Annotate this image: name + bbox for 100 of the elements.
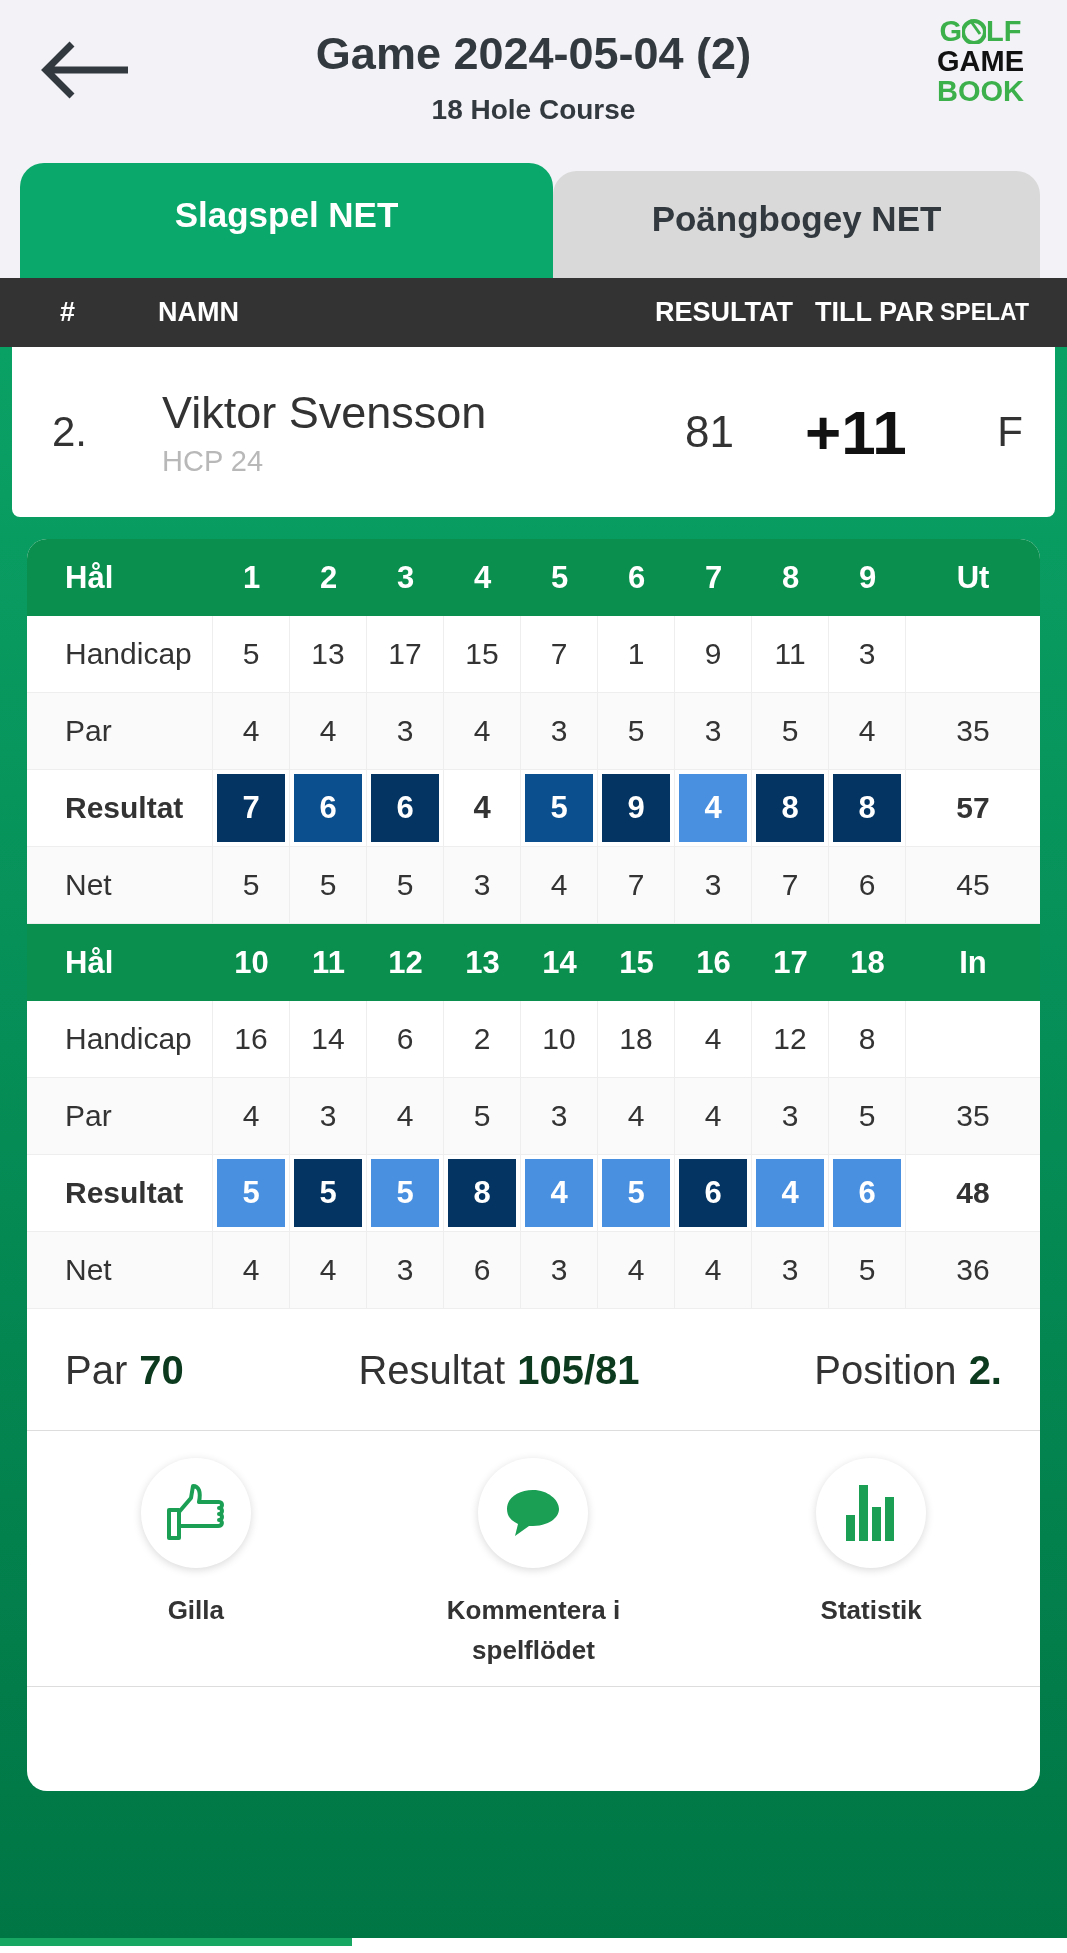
hole-number: 17 — [772, 943, 809, 982]
bar-chart-icon — [846, 1485, 897, 1541]
action-button[interactable]: Kommentera i spelflödet — [427, 1457, 640, 1671]
score-box: 4 — [679, 774, 747, 842]
row-label: Net — [27, 1232, 213, 1308]
table-cell: 3 — [367, 693, 444, 769]
player-card[interactable]: 2. Viktor Svensson HCP 24 81 +11 F — [12, 347, 1055, 517]
score-box: 8 — [448, 1159, 516, 1227]
row-label: Net — [27, 847, 213, 923]
table-cell: 7 — [598, 847, 675, 923]
row-label: Resultat — [27, 770, 213, 846]
table-cell: 13 — [290, 616, 367, 692]
score-box: 6 — [833, 1159, 901, 1227]
player-position: 2. — [51, 408, 89, 456]
hole-number: 4 — [472, 558, 493, 597]
score-box: 6 — [371, 774, 439, 842]
hole-number: 13 — [464, 943, 501, 982]
table-cell: 5 — [213, 847, 290, 923]
table-cell: 3 — [444, 847, 521, 923]
total-cell-text: 57 — [955, 790, 991, 826]
score-box: 5 — [371, 1159, 439, 1227]
summary-stat: Resultat 105/81 — [358, 1347, 640, 1393]
table-cell: 5 — [829, 1078, 906, 1154]
player-to-par: +11 — [805, 396, 908, 468]
app-logo: G LF GAME BOOK — [937, 16, 1024, 106]
player-name: Viktor Svensson — [162, 386, 488, 439]
hole-number: 3 — [395, 558, 416, 597]
table-cell: 1 — [598, 616, 675, 692]
table-cell: 5 — [290, 847, 367, 923]
column-header: NAMN — [158, 297, 240, 328]
hole-number: 9 — [857, 558, 878, 597]
table-cell: 7 — [521, 616, 598, 692]
table-cell: 7 — [752, 847, 829, 923]
score-box: 4 — [756, 1159, 824, 1227]
table-cell: 6 — [367, 1001, 444, 1077]
table-cell: 4 — [213, 1232, 290, 1308]
table-cell: 3 — [290, 1078, 367, 1154]
hole-number: 8 — [780, 558, 801, 597]
hole-number: 7 — [703, 558, 724, 597]
thumbs-up-icon — [165, 1484, 226, 1542]
score-box: 9 — [602, 774, 670, 842]
hole-number: 16 — [695, 943, 732, 982]
table-cell: 17 — [367, 616, 444, 692]
table-cell: 5 — [367, 847, 444, 923]
table-cell: 4 — [598, 1078, 675, 1154]
table-cell: 4 — [290, 1232, 367, 1308]
table-cell: 4 — [213, 1078, 290, 1154]
speech-bubble-icon — [505, 1488, 562, 1538]
score-box: 8 — [756, 774, 824, 842]
table-cell: 6 — [829, 847, 906, 923]
table-cell: 3 — [521, 1078, 598, 1154]
table-cell: 3 — [521, 693, 598, 769]
total-cell-text: 35 — [955, 1098, 991, 1134]
column-header: SPELAT — [939, 299, 1029, 326]
table-cell: 3 — [675, 693, 752, 769]
table-cell: 4 — [521, 847, 598, 923]
score-value: 4 — [473, 790, 491, 826]
hole-number: 15 — [618, 943, 655, 982]
hole-number: 11 — [311, 943, 346, 982]
table-cell: 6 — [444, 1232, 521, 1308]
played-status: F — [996, 408, 1024, 456]
row-label: Handicap — [27, 1001, 213, 1077]
summary-stat: Position 2. — [814, 1347, 1002, 1393]
table-cell: 4 — [367, 1078, 444, 1154]
table-cell: 9 — [675, 616, 752, 692]
total-cell-text: 45 — [955, 867, 991, 903]
table-cell: 12 — [752, 1001, 829, 1077]
row-label: Resultat — [27, 1155, 213, 1231]
header-cell-text: Ut — [955, 558, 991, 597]
hole-number: 1 — [241, 558, 262, 597]
score-box: 5 — [294, 1159, 362, 1227]
table-cell: 14 — [290, 1001, 367, 1077]
table-cell: 5 — [598, 693, 675, 769]
table-cell: 18 — [598, 1001, 675, 1077]
table-cell: 4 — [829, 693, 906, 769]
score-box: 8 — [833, 774, 901, 842]
table-cell: 3 — [829, 616, 906, 692]
table-cell: 4 — [213, 693, 290, 769]
column-header: RESULTAT — [655, 297, 793, 328]
column-header: TILL PAR — [814, 297, 934, 328]
table-cell: 3 — [752, 1232, 829, 1308]
score-box: 5 — [602, 1159, 670, 1227]
score-box: 5 — [525, 774, 593, 842]
summary-stat: Par 70 — [65, 1347, 184, 1393]
scoring-tab[interactable]: Poängbogey NET — [553, 171, 1040, 278]
table-cell: 4 — [598, 1232, 675, 1308]
column-header: # — [60, 297, 77, 328]
table-cell: 16 — [213, 1001, 290, 1077]
row-label: Par — [27, 1078, 213, 1154]
table-cell: 5 — [829, 1232, 906, 1308]
table-cell: 4 — [675, 1001, 752, 1077]
total-cell-text: 36 — [955, 1252, 991, 1288]
hole-number: 5 — [549, 558, 570, 597]
table-cell: 3 — [367, 1232, 444, 1308]
table-cell: 4 — [290, 693, 367, 769]
table-cell: 5 — [752, 693, 829, 769]
table-cell: 3 — [752, 1078, 829, 1154]
table-cell: 3 — [675, 847, 752, 923]
score-box: 7 — [217, 774, 285, 842]
total-cell-text: 35 — [955, 713, 991, 749]
